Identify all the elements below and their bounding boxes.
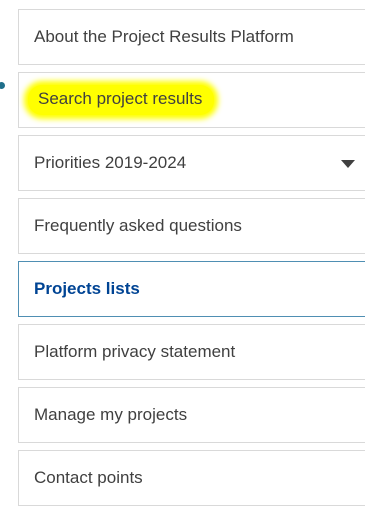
nav-item-contact-points[interactable]: Contact points xyxy=(18,450,365,506)
nav-item-manage-projects[interactable]: Manage my projects xyxy=(18,387,365,443)
nav-item-priorities-dropdown[interactable]: Priorities 2019-2024 xyxy=(18,135,365,191)
sidebar-navigation: About the Project Results Platform Searc… xyxy=(18,9,365,513)
nav-item-label: Manage my projects xyxy=(34,405,188,424)
chevron-down-icon[interactable] xyxy=(341,160,355,168)
nav-item-label: Platform privacy statement xyxy=(34,342,236,361)
nav-item-label: Frequently asked questions xyxy=(34,216,242,235)
nav-item-label: Contact points xyxy=(34,468,143,487)
nav-item-privacy-statement[interactable]: Platform privacy statement xyxy=(18,324,365,380)
nav-item-label: Search project results xyxy=(28,85,215,115)
nav-item-about-platform[interactable]: About the Project Results Platform xyxy=(18,9,365,65)
nav-item-projects-lists[interactable]: Projects lists xyxy=(18,261,365,317)
nav-item-label: About the Project Results Platform xyxy=(34,27,294,46)
nav-item-search-project-results[interactable]: Search project results xyxy=(18,72,365,128)
annotation-marker-dot xyxy=(0,82,5,89)
nav-item-label: Projects lists xyxy=(34,279,140,298)
nav-item-faq[interactable]: Frequently asked questions xyxy=(18,198,365,254)
nav-item-label: Priorities 2019-2024 xyxy=(34,153,187,172)
